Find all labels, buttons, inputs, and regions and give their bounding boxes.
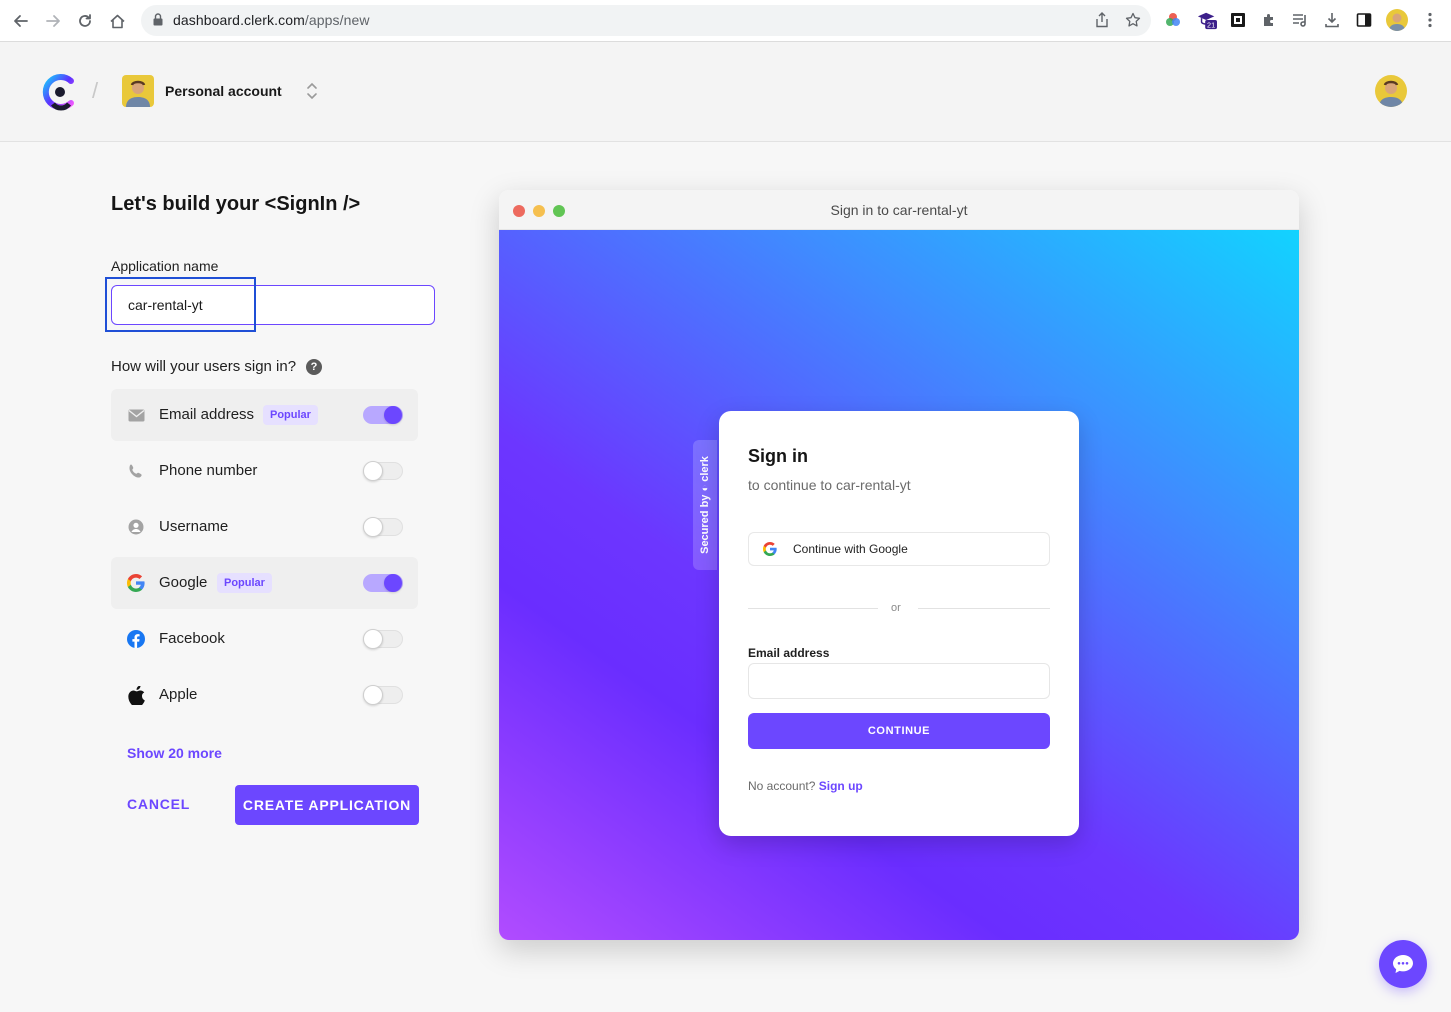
- email-address-label: Email address: [748, 646, 830, 660]
- address-bar[interactable]: dashboard.clerk.com/apps/new: [141, 5, 1151, 36]
- facebook-icon: [127, 630, 145, 648]
- no-account-text: No account? Sign up: [748, 779, 863, 793]
- url-text: dashboard.clerk.com/apps/new: [173, 12, 370, 28]
- url-host: dashboard.clerk.com: [173, 12, 305, 28]
- share-icon[interactable]: [1093, 12, 1111, 30]
- cancel-button[interactable]: CANCEL: [127, 796, 190, 812]
- option-label: Facebook: [159, 630, 225, 647]
- breadcrumb-separator: /: [92, 78, 99, 103]
- user-avatar[interactable]: [1375, 75, 1407, 107]
- toggle-knob: [363, 629, 383, 649]
- toggle-knob: [363, 461, 383, 481]
- secured-by-label: Secured by: [699, 494, 711, 554]
- divider-right: [918, 608, 1050, 609]
- option-google[interactable]: Google Popular: [111, 557, 418, 609]
- lock-icon: [153, 13, 163, 26]
- reading-list-icon[interactable]: [1290, 10, 1310, 30]
- application-name-input[interactable]: [111, 285, 435, 325]
- toggle-knob: [363, 517, 383, 537]
- email-address-toggle[interactable]: [363, 406, 403, 424]
- url-path: /apps/new: [304, 12, 370, 28]
- sign-in-methods-question: How will your users sign in?: [111, 358, 297, 375]
- option-email-address[interactable]: Email address Popular: [111, 389, 418, 441]
- facebook-toggle[interactable]: [363, 629, 403, 649]
- app-header: / Personal account: [0, 42, 1451, 142]
- sign-in-subtitle: to continue to car-rental-yt: [748, 477, 911, 493]
- toggle-knob: [384, 574, 402, 592]
- secured-by-clerk-tab: Secured by ◐ clerk: [693, 440, 717, 570]
- chat-support-button[interactable]: [1379, 940, 1427, 988]
- toggle-knob: [363, 685, 383, 705]
- popular-badge: Popular: [263, 405, 318, 425]
- sign-in-title: Sign in: [748, 446, 808, 466]
- phone-number-toggle[interactable]: [363, 461, 403, 481]
- preview-window-title: Sign in to car-rental-yt: [830, 202, 968, 218]
- clerk-brand-label: clerk: [699, 456, 711, 482]
- bookmark-star-icon[interactable]: [1124, 12, 1142, 30]
- option-phone-number[interactable]: Phone number: [111, 445, 418, 497]
- google-icon: [127, 574, 145, 592]
- chevron-up-down-icon[interactable]: [305, 80, 319, 102]
- graduation-cap-extension-icon[interactable]: 21: [1197, 10, 1217, 30]
- user-circle-icon: [127, 518, 145, 536]
- extension-badge-count: 21: [1207, 21, 1215, 30]
- option-label: Username: [159, 518, 229, 535]
- continue-with-google-button[interactable]: Continue with Google: [748, 532, 1050, 566]
- toggle-knob: [384, 406, 402, 424]
- sign-in-preview-window: Sign in to car-rental-yt Secured by ◐ cl…: [499, 190, 1299, 940]
- download-icon[interactable]: [1322, 10, 1342, 30]
- preview-gradient-background: Secured by ◐ clerk Sign in to continue t…: [499, 230, 1299, 940]
- phone-icon: [127, 462, 145, 480]
- secured-by-text: Secured by ◐ clerk: [699, 456, 711, 554]
- google-button-label: Continue with Google: [793, 542, 908, 556]
- divider-left: [748, 608, 878, 609]
- framer-extension-icon[interactable]: [1228, 10, 1248, 30]
- create-application-button[interactable]: CREATE APPLICATION: [235, 785, 419, 825]
- color-wheel-extension-icon[interactable]: [1163, 10, 1183, 30]
- puzzle-extensions-icon[interactable]: [1259, 10, 1279, 30]
- option-apple[interactable]: Apple: [111, 669, 418, 721]
- sign-up-link[interactable]: Sign up: [819, 779, 863, 793]
- option-label: Email address: [159, 406, 255, 423]
- email-address-input[interactable]: [748, 663, 1050, 699]
- option-facebook[interactable]: Facebook: [111, 613, 418, 665]
- no-account-label: No account?: [748, 779, 816, 793]
- apple-icon: [127, 685, 145, 705]
- browser-menu-icon[interactable]: [1420, 10, 1440, 30]
- clerk-logo-icon[interactable]: [41, 73, 77, 111]
- apple-toggle[interactable]: [363, 685, 403, 705]
- envelope-icon: [127, 406, 145, 424]
- help-icon[interactable]: ?: [306, 359, 322, 375]
- account-avatar[interactable]: [122, 75, 154, 107]
- option-label: Google: [159, 574, 208, 591]
- sign-in-card: Sign in to continue to car-rental-yt Con…: [719, 411, 1079, 836]
- continue-button[interactable]: CONTINUE: [748, 713, 1050, 749]
- or-divider-text: or: [891, 602, 901, 614]
- profile-avatar-icon[interactable]: [1386, 9, 1408, 31]
- popular-badge: Popular: [217, 573, 272, 593]
- page-title: Let's build your <SignIn />: [111, 193, 361, 215]
- clerk-mini-logo-icon: ◐: [699, 484, 711, 492]
- reload-icon[interactable]: [73, 9, 97, 33]
- back-arrow-icon[interactable]: [9, 9, 33, 33]
- browser-toolbar: dashboard.clerk.com/apps/new 21: [0, 0, 1451, 42]
- option-label: Apple: [159, 686, 198, 703]
- option-username[interactable]: Username: [111, 501, 418, 553]
- side-panel-icon[interactable]: [1354, 10, 1374, 30]
- forward-arrow-icon[interactable]: [41, 9, 65, 33]
- account-name[interactable]: Personal account: [165, 83, 282, 99]
- chat-bubble-icon: [1393, 955, 1413, 973]
- show-more-link[interactable]: Show 20 more: [127, 745, 222, 761]
- option-label: Phone number: [159, 462, 258, 479]
- application-name-label: Application name: [111, 258, 219, 274]
- google-toggle[interactable]: [363, 574, 403, 592]
- preview-title-bar: Sign in to car-rental-yt: [499, 190, 1299, 230]
- username-toggle[interactable]: [363, 517, 403, 537]
- home-icon[interactable]: [105, 9, 129, 33]
- google-icon: [763, 542, 777, 556]
